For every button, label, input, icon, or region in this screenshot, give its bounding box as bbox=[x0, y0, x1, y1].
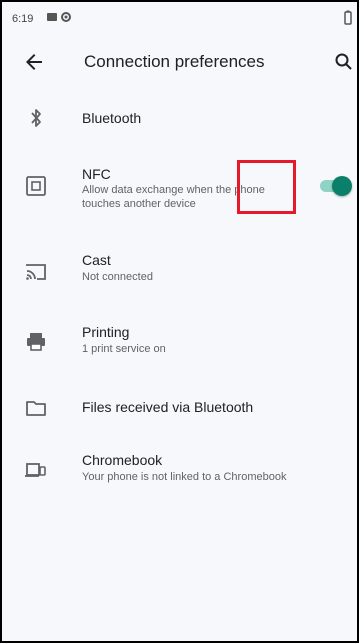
arrow-left-icon bbox=[26, 54, 42, 70]
list-item-bluetooth[interactable]: Bluetooth bbox=[2, 98, 357, 138]
search-icon bbox=[335, 53, 352, 70]
item-title: NFC bbox=[82, 166, 111, 182]
page-title: Connection preferences bbox=[84, 52, 265, 71]
list-item-files-received[interactable]: Files received via Bluetooth bbox=[2, 392, 357, 428]
item-title: Printing bbox=[82, 324, 130, 340]
folder-icon bbox=[24, 396, 48, 420]
cast-icon bbox=[24, 260, 48, 284]
list-item-nfc[interactable]: NFC Allow data exchange when the phone t… bbox=[2, 160, 357, 214]
status-time: 6:19 bbox=[12, 13, 34, 25]
list-item-chromebook[interactable]: Chromebook Your phone is not linked to a… bbox=[2, 448, 357, 492]
message-icon bbox=[46, 11, 60, 25]
item-title: Files received via Bluetooth bbox=[82, 399, 254, 415]
back-button[interactable] bbox=[22, 50, 46, 74]
chromebook-icon bbox=[24, 458, 48, 482]
printer-icon bbox=[24, 330, 48, 354]
phone-screen: 6:19 Connection preferences Bluetooth NF… bbox=[0, 0, 359, 643]
list-item-cast[interactable]: Cast Not connected bbox=[2, 248, 357, 292]
search-button[interactable] bbox=[333, 50, 355, 74]
item-title: Chromebook bbox=[82, 452, 163, 468]
bluetooth-icon bbox=[24, 106, 48, 130]
nfc-icon bbox=[24, 174, 48, 198]
item-subtitle: 1 print service on bbox=[82, 343, 166, 355]
app-bar: Connection preferences bbox=[2, 38, 357, 86]
gear-icon bbox=[60, 11, 74, 25]
nfc-toggle[interactable] bbox=[318, 176, 354, 196]
item-subtitle: Not connected bbox=[82, 271, 153, 283]
battery-icon bbox=[343, 10, 353, 26]
item-title: Bluetooth bbox=[82, 110, 142, 126]
status-bar: 6:19 bbox=[2, 2, 357, 36]
list-item-printing[interactable]: Printing 1 print service on bbox=[2, 320, 357, 364]
item-subtitle: Your phone is not linked to a Chromebook bbox=[82, 471, 287, 483]
item-title: Cast bbox=[82, 252, 111, 268]
item-subtitle: Allow data exchange when the phone touch… bbox=[82, 184, 265, 210]
toggle-thumb bbox=[332, 176, 352, 196]
